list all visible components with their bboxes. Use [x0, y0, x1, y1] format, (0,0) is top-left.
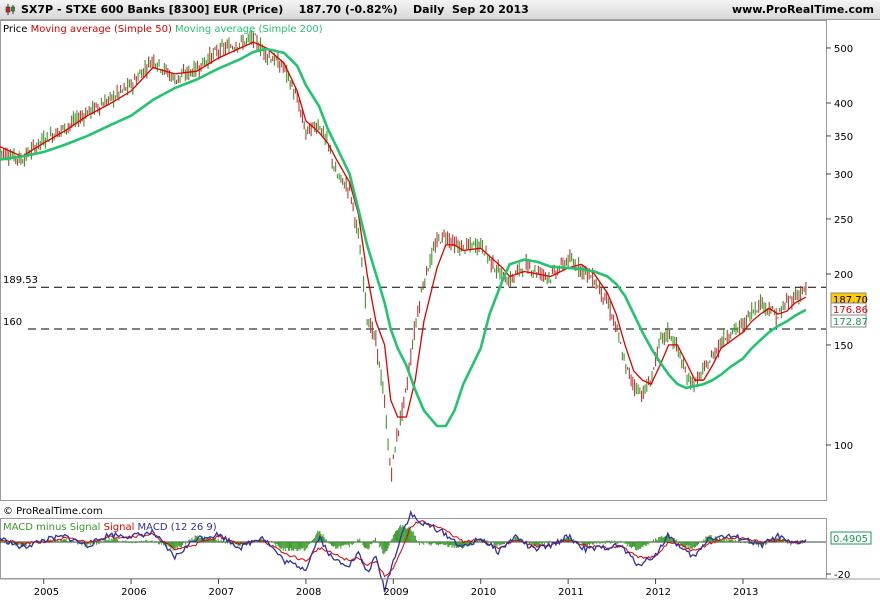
y-tick-label: 200 — [834, 270, 853, 281]
chart-title: SX7P - STXE 600 Banks [8300] EUR (Price)… — [21, 3, 529, 16]
legend-entry: Moving average (Simple 200) — [172, 24, 323, 35]
x-tick-label: 2009 — [383, 587, 408, 598]
chart-date: Sep 20 2013 — [451, 3, 529, 16]
chart-header: SX7P - STXE 600 Banks [8300] EUR (Price)… — [0, 0, 880, 20]
time-axis: 2005 2006 2007 2008 2009 2010 2011 2012 2013 — [0, 578, 880, 598]
legend-entry: Moving average (Simple 50) — [27, 24, 172, 35]
last-price: 187.70 — [298, 3, 342, 16]
x-tick-label: 2011 — [558, 587, 583, 598]
instrument-symbol: SX7P — [21, 3, 54, 16]
x-tick-label: 2008 — [296, 587, 321, 598]
x-tick-label: 2005 — [34, 587, 59, 598]
y-tick-label: 400 — [834, 99, 853, 110]
candlestick-icon — [5, 4, 15, 15]
x-tick-label: 2013 — [733, 587, 758, 598]
y-tick-label: 100 — [834, 441, 853, 452]
legend-entry: MACD minus Signal — [3, 522, 100, 533]
site-link[interactable]: www.ProRealTime.com — [732, 3, 874, 16]
y-tick-label: 150 — [834, 341, 853, 352]
interval: Daily — [413, 3, 445, 16]
x-tick-label: 2012 — [646, 587, 671, 598]
price-change: (-0.82%) — [344, 3, 398, 16]
x-tick-label: 2006 — [121, 587, 146, 598]
y-tick-label: 350 — [834, 132, 853, 143]
x-tick-label: 2010 — [471, 587, 496, 598]
y-tick-label: 250 — [834, 215, 853, 226]
last-value-label: 0.4905 — [833, 534, 868, 545]
reference-line-label: 189.53 — [3, 275, 38, 286]
price-panel-frame — [0, 20, 827, 501]
macd-legend: MACD minus Signal Signal MACD (12 26 9) — [3, 522, 217, 533]
price-panel: 100 150 200 250 300 350 400 500 189.53 160 Price M… — [0, 20, 868, 517]
instrument-name: STXE 600 Banks [8300] EUR (Price) — [65, 3, 284, 16]
y-tick-label: 500 — [834, 44, 853, 55]
legend-entry: Price — [3, 24, 27, 35]
legend-entry: MACD (12 26 9) — [134, 522, 216, 533]
price-legend: Price Moving average (Simple 50) Moving … — [3, 24, 323, 35]
legend-entry: Signal — [100, 522, 134, 533]
reference-line-label: 160 — [3, 317, 22, 328]
last-value-label: 176.86 — [833, 305, 868, 316]
chart-canvas: 100 150 200 250 300 350 400 500 189.53 160 Price M… — [0, 20, 880, 598]
copyright-label: © ProRealTime.com — [3, 506, 103, 517]
x-tick-label: 2007 — [209, 587, 234, 598]
y-tick-label: 300 — [834, 170, 853, 181]
last-value-label: 172.87 — [833, 317, 868, 328]
